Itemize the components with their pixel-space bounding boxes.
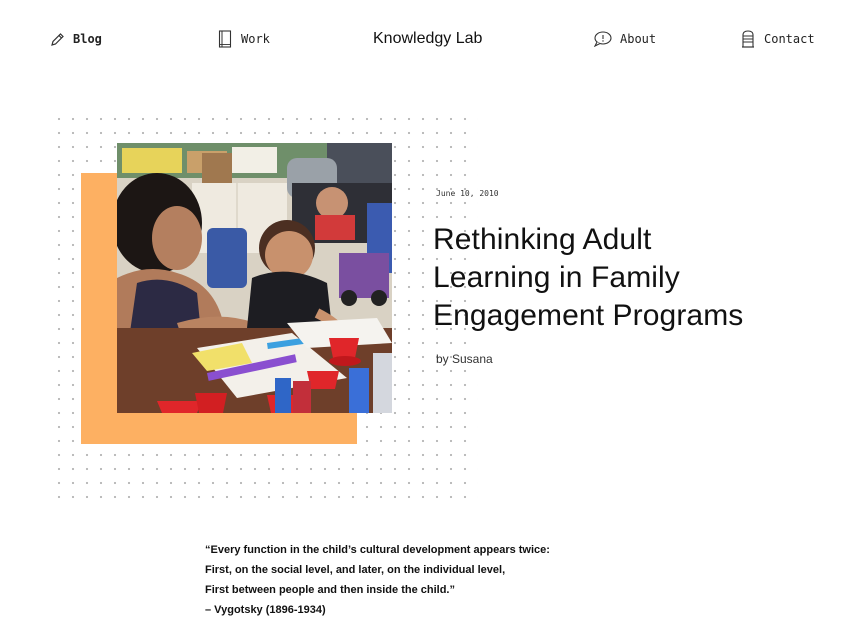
nav-work-label: Work	[241, 32, 270, 46]
orange-accent-vertical	[81, 173, 118, 444]
nav-contact-label: Contact	[764, 32, 815, 46]
quote-line: First, on the social level, and later, o…	[205, 564, 506, 576]
post-title-line: Learning in Family	[433, 261, 680, 294]
quote-attribution: – Vygotsky (1896-1934)	[205, 604, 326, 616]
nav-about-label: About	[620, 32, 657, 46]
nav-blog-link[interactable]: Blog	[49, 30, 102, 48]
pencil-icon	[49, 30, 65, 48]
quote-line: First between people and then inside the…	[205, 584, 455, 596]
nav-blog-label: Blog	[73, 32, 102, 46]
post-title[interactable]: Rethinking Adult Learning in Family Enga…	[433, 221, 833, 335]
nav-work-link[interactable]: Work	[217, 30, 270, 48]
mailbox-icon	[740, 30, 756, 48]
post-title-line: Engagement Programs	[433, 299, 744, 332]
top-nav: Blog Work Knowledgy Lab About Contact	[0, 0, 860, 80]
post-author: by Susana	[436, 352, 493, 366]
orange-accent-horizontal	[81, 413, 357, 444]
brand-logo-text[interactable]: Knowledgy Lab	[373, 30, 482, 48]
quote-line: “Every function in the child’s cultural …	[205, 544, 550, 556]
nav-contact-link[interactable]: Contact	[740, 30, 815, 48]
speech-bubble-icon	[592, 30, 612, 48]
post-date: June 10, 2010	[436, 189, 499, 198]
hero-photo	[117, 143, 392, 413]
book-icon	[217, 30, 233, 48]
nav-about-link[interactable]: About	[592, 30, 656, 48]
vygotsky-quote: “Every function in the child’s cultural …	[205, 540, 550, 620]
post-title-line: Rethinking Adult	[433, 223, 652, 256]
